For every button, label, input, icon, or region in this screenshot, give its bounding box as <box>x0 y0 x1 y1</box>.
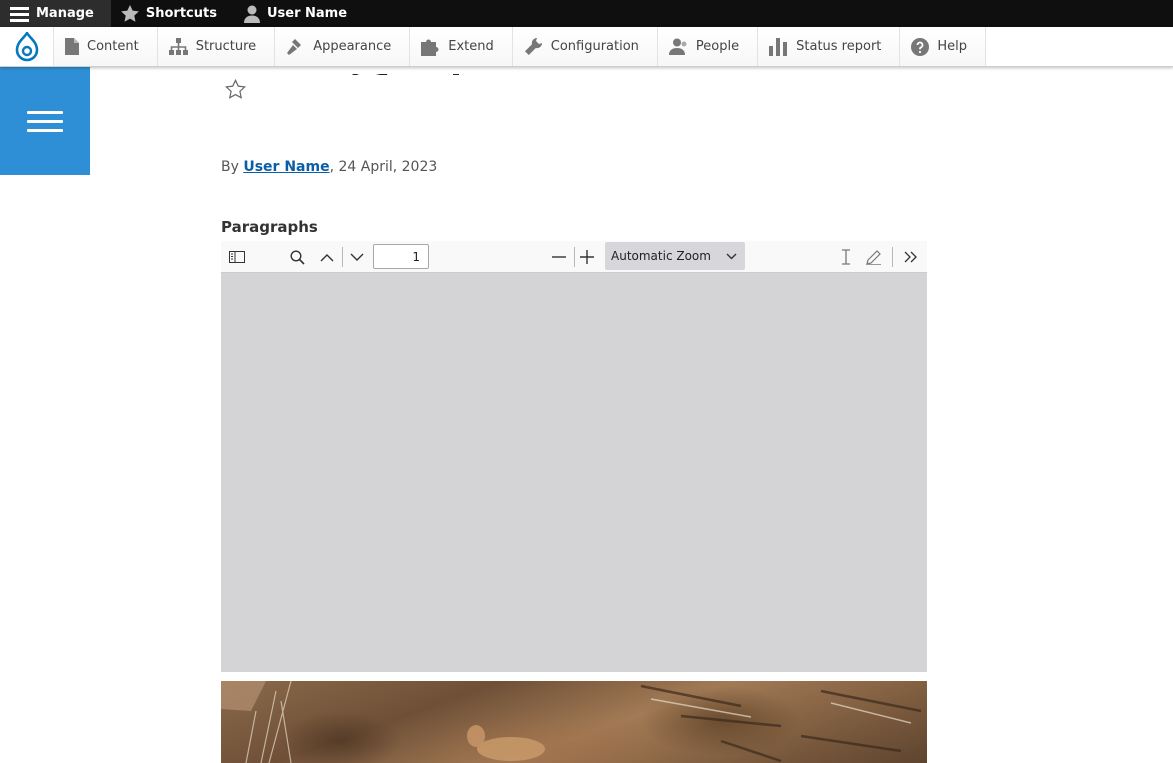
document-icon <box>65 38 79 55</box>
tray-item-status-report[interactable]: Status report <box>758 27 901 66</box>
drupal-logo[interactable] <box>0 27 54 66</box>
wrench-icon <box>524 37 542 55</box>
tools-menu-button[interactable] <box>898 245 922 269</box>
previous-page-button[interactable] <box>315 245 339 269</box>
tray-item-label: Extend <box>448 39 494 54</box>
puzzle-icon <box>421 39 439 56</box>
next-page-button[interactable] <box>345 245 369 269</box>
tray-item-structure[interactable]: Structure <box>157 27 276 66</box>
pencil-icon <box>865 249 881 265</box>
title-glyph-remnants <box>352 72 459 75</box>
paint-brush-icon <box>287 38 302 55</box>
tray-item-label: Structure <box>195 39 257 54</box>
zoom-select-value: Automatic Zoom <box>611 249 711 263</box>
search-icon <box>289 249 305 265</box>
tray-item-appearance[interactable]: Appearance <box>275 27 411 66</box>
tray-item-label: People <box>695 39 740 54</box>
chevron-up-icon <box>320 253 334 261</box>
photo-texture <box>221 681 922 763</box>
tray-item-extend[interactable]: Extend <box>410 27 513 66</box>
text-tool-button[interactable] <box>834 245 858 269</box>
find-button[interactable] <box>285 245 309 269</box>
star-icon <box>120 5 139 22</box>
tray-item-label: Status report <box>796 39 882 54</box>
minus-icon <box>552 256 566 258</box>
tray-item-people[interactable]: People <box>657 27 759 66</box>
bar-chart-icon <box>769 37 788 56</box>
tray-item-configuration[interactable]: Configuration <box>512 27 658 66</box>
field-label-paragraphs: Paragraphs <box>221 218 318 236</box>
menu-icon <box>10 6 29 22</box>
tray-item-help[interactable]: Help <box>900 27 987 66</box>
manage-button[interactable]: Manage <box>0 0 111 27</box>
zoom-out-button[interactable] <box>547 245 571 269</box>
page-title-fragment <box>340 67 480 75</box>
text-cursor-icon <box>842 249 850 265</box>
chevron-down-icon <box>350 253 364 261</box>
user-button[interactable]: User Name <box>234 0 364 27</box>
toolbar-separator <box>892 247 893 267</box>
page-number-input[interactable] <box>373 244 429 269</box>
tray-item-label: Appearance <box>313 39 392 54</box>
bookmark-star-icon[interactable] <box>225 79 246 99</box>
people-icon <box>668 38 687 55</box>
zoom-in-button[interactable] <box>575 245 599 269</box>
tray-item-label: Content <box>87 39 139 54</box>
admin-tray: Content Structure Appearance Extend Conf… <box>0 27 1173 67</box>
drupal-drop-icon <box>15 31 38 61</box>
byline-date: , 24 April, 2023 <box>329 159 438 175</box>
user-label: User Name <box>266 6 348 21</box>
toolbar-separator <box>342 247 343 267</box>
byline-prefix: By <box>221 159 244 175</box>
paragraph-image-deer <box>221 681 927 763</box>
plus-icon <box>580 250 594 264</box>
shortcuts-button[interactable]: Shortcuts <box>111 0 234 27</box>
sidebar-toggle-button[interactable] <box>225 245 249 269</box>
help-icon <box>911 37 930 56</box>
manage-label: Manage <box>36 6 94 21</box>
tray-item-label: Help <box>937 39 968 54</box>
admin-toolbar: Manage Shortcuts User Name <box>0 0 1173 27</box>
main-menu-toggle[interactable] <box>0 67 90 175</box>
tray-item-label: Configuration <box>550 39 639 54</box>
chevron-down-icon <box>726 253 737 259</box>
double-chevron-right-icon <box>904 251 917 263</box>
user-icon <box>243 5 260 23</box>
pdf-toolbar: Automatic Zoom <box>221 241 927 273</box>
pdf-viewer[interactable]: Automatic Zoom <box>221 241 927 672</box>
shortcuts-label: Shortcuts <box>145 6 217 21</box>
tray-item-content[interactable]: Content <box>54 27 158 66</box>
draw-tool-button[interactable] <box>861 245 885 269</box>
author-link[interactable]: User Name <box>243 159 329 175</box>
sidebar-icon <box>229 251 245 263</box>
zoom-select[interactable]: Automatic Zoom <box>605 242 745 270</box>
sitemap-icon <box>168 38 188 55</box>
byline: By User Name, 24 April, 2023 <box>221 159 437 175</box>
hamburger-icon <box>27 105 63 138</box>
